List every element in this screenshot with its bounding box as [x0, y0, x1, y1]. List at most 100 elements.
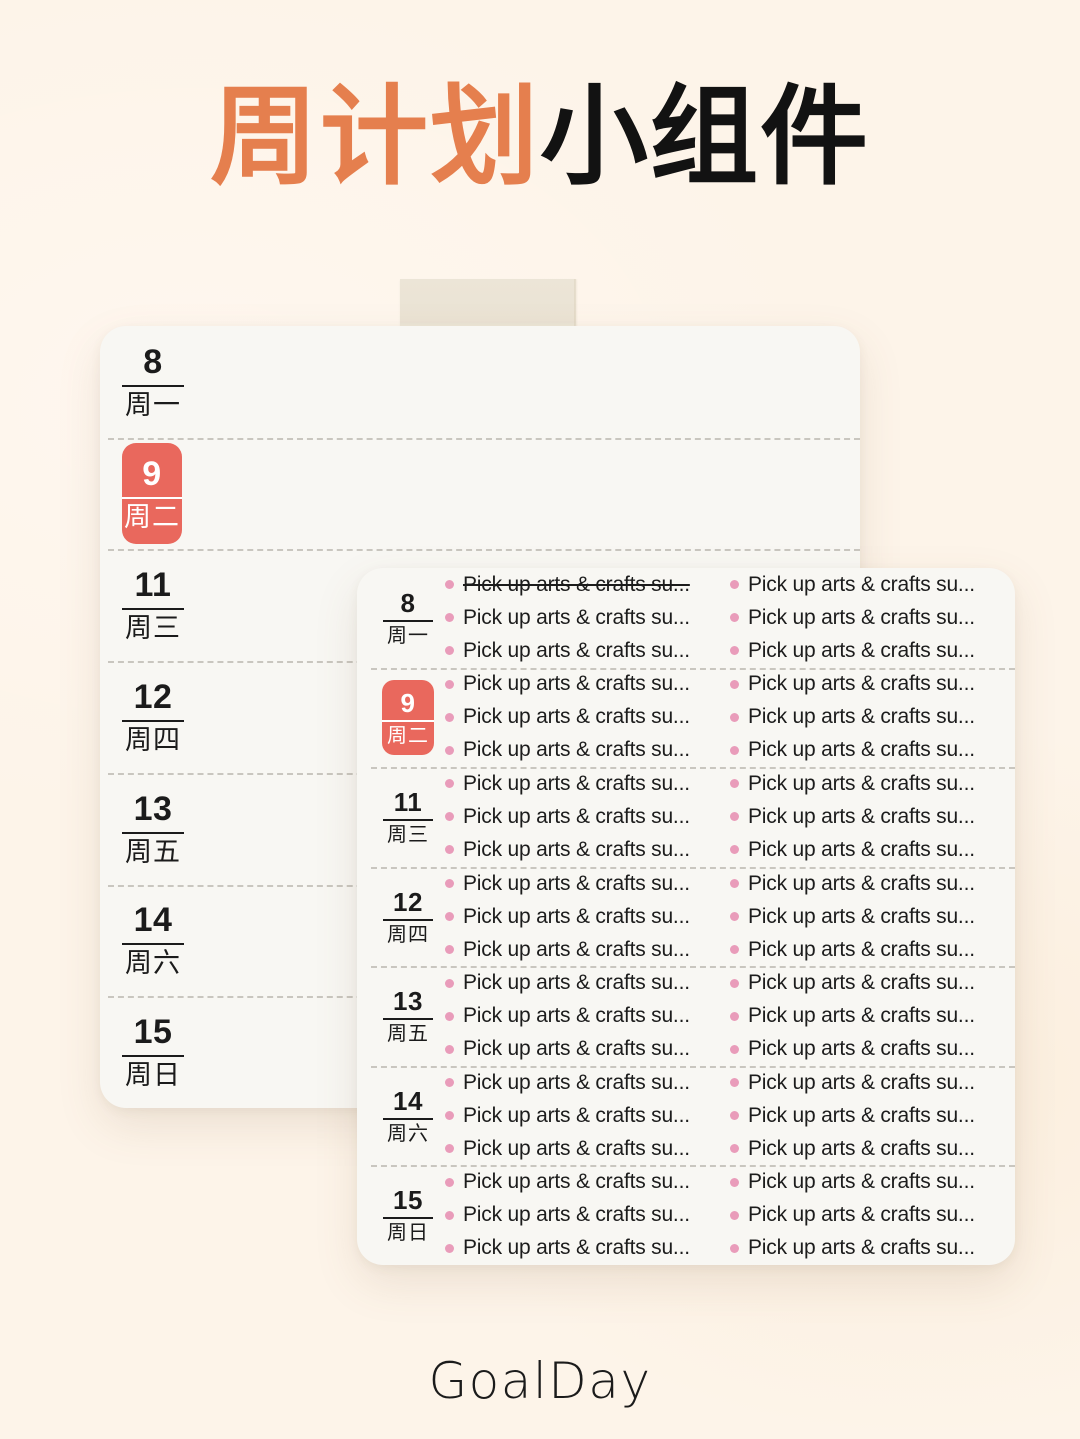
date-stamp[interactable]: 15 周日 [383, 1187, 433, 1243]
planner-day-row[interactable]: 8 周一 [100, 326, 860, 438]
task-item[interactable]: Pick up arts & crafts su... [445, 1170, 722, 1194]
date-stamp-today[interactable]: 9 周二 [382, 679, 434, 755]
date-divider-rule [122, 497, 182, 500]
bullet-dot-icon [445, 879, 454, 889]
weekday-label: 周五 [387, 1023, 429, 1046]
bullet-dot-icon [730, 978, 739, 988]
task-item[interactable]: Pick up arts & crafts su... [730, 672, 1007, 696]
date-stamp[interactable]: 13 周五 [383, 988, 433, 1044]
planner-day-row[interactable]: 9 周二 [100, 437, 860, 550]
task-label: Pick up arts & crafts su... [463, 1070, 690, 1094]
planner-day-row[interactable]: 14 周六 Pick up arts & crafts su... Pick up a… [357, 1065, 1015, 1166]
date-stamp[interactable]: 12 周四 [383, 889, 433, 945]
task-item[interactable]: Pick up arts & crafts su... [445, 772, 722, 796]
task-item[interactable]: Pick up arts & crafts su... [445, 971, 722, 995]
task-item[interactable]: Pick up arts & crafts su... [445, 1004, 722, 1028]
task-item[interactable]: Pick up arts & crafts su... [730, 738, 1007, 762]
bullet-dot-icon [445, 1177, 454, 1187]
task-item[interactable]: Pick up arts & crafts su... [730, 1170, 1007, 1194]
date-divider-rule [383, 818, 433, 821]
bullet-dot-icon [730, 779, 739, 789]
brand-logo: GoalDay [428, 1352, 652, 1410]
task-item[interactable]: Pick up arts & crafts su... [730, 1037, 1007, 1061]
task-item[interactable]: Pick up arts & crafts su... [730, 938, 1007, 962]
bullet-dot-icon [445, 1011, 454, 1021]
task-label: Pick up arts & crafts su... [463, 1103, 690, 1127]
task-item[interactable]: Pick up arts & crafts su... [730, 805, 1007, 829]
task-item[interactable]: Pick up arts & crafts su... [445, 872, 722, 896]
task-item[interactable]: Pick up arts & crafts su... [445, 738, 722, 762]
task-item[interactable]: Pick up arts & crafts su... [445, 805, 722, 829]
task-columns: Pick up arts & crafts su... Pick up arts … [445, 767, 1015, 867]
date-stamp[interactable]: 13 周五 [122, 792, 184, 866]
task-item[interactable]: Pick up arts & crafts su... [445, 1137, 722, 1161]
task-item[interactable]: Pick up arts & crafts su... [445, 606, 722, 630]
planner-day-row[interactable]: 11 周三 Pick up arts & crafts su... Pick up a… [357, 767, 1015, 867]
bullet-dot-icon [445, 745, 454, 755]
date-number: 9 [142, 455, 162, 494]
task-item[interactable]: Pick up arts & crafts su... [730, 838, 1007, 862]
weekday-label: 周四 [387, 923, 429, 946]
task-item[interactable]: Pick up arts & crafts su... [730, 705, 1007, 729]
task-label: Pick up arts & crafts su... [463, 572, 690, 596]
planner-day-row[interactable]: 12 周四 Pick up arts & crafts su... Pick up a… [357, 866, 1015, 967]
task-item[interactable]: Pick up arts & crafts su... [445, 705, 722, 729]
task-label: Pick up arts & crafts su... [463, 871, 690, 895]
task-column-left: Pick up arts & crafts su... Pick up arts … [445, 971, 730, 1061]
task-item[interactable]: Pick up arts & crafts su... [730, 606, 1007, 630]
task-item[interactable]: Pick up arts & crafts su... [445, 1236, 722, 1260]
date-number: 13 [133, 789, 173, 828]
bullet-dot-icon [730, 712, 739, 722]
task-item[interactable]: Pick up arts & crafts su... [730, 1004, 1007, 1028]
task-item[interactable]: Pick up arts & crafts su... [445, 905, 722, 929]
task-item[interactable]: Pick up arts & crafts su... [445, 573, 722, 597]
bullet-dot-icon [730, 945, 739, 955]
task-item[interactable]: Pick up arts & crafts su... [445, 938, 722, 962]
planner-day-row[interactable]: 8 周一 Pick up arts & crafts su... Pick up ar… [357, 568, 1015, 668]
bullet-dot-icon [445, 912, 454, 922]
task-item[interactable]: Pick up arts & crafts su... [730, 1104, 1007, 1128]
task-item[interactable]: Pick up arts & crafts su... [730, 1137, 1007, 1161]
weekday-label: 周日 [125, 1060, 181, 1091]
planner-day-row[interactable]: 13 周五 Pick up arts & crafts su... Pick up a… [357, 966, 1015, 1066]
bullet-dot-icon [445, 779, 454, 789]
task-item[interactable]: Pick up arts & crafts su... [730, 573, 1007, 597]
date-stamp[interactable]: 15 周日 [122, 1015, 184, 1089]
weekday-label: 周二 [387, 724, 429, 747]
task-item[interactable]: Pick up arts & crafts su... [445, 838, 722, 862]
task-item[interactable]: Pick up arts & crafts su... [445, 1071, 722, 1095]
task-column-right: Pick up arts & crafts su... Pick up arts … [730, 573, 1015, 663]
date-stamp-today[interactable]: 9 周二 [122, 443, 182, 545]
task-item[interactable]: Pick up arts & crafts su... [445, 1037, 722, 1061]
task-item[interactable]: Pick up arts & crafts su... [730, 905, 1007, 929]
date-stamp[interactable]: 14 周六 [122, 903, 184, 977]
date-stamp[interactable]: 11 周三 [122, 568, 184, 642]
task-item[interactable]: Pick up arts & crafts su... [730, 1203, 1007, 1227]
task-column-left: Pick up arts & crafts su... Pick up arts … [445, 573, 730, 663]
task-item[interactable]: Pick up arts & crafts su... [445, 1104, 722, 1128]
task-label: Pick up arts & crafts su... [748, 638, 975, 662]
task-item[interactable]: Pick up arts & crafts su... [445, 1203, 722, 1227]
date-stamp[interactable]: 14 周六 [383, 1088, 433, 1144]
weekday-label: 周三 [125, 613, 181, 644]
task-item[interactable]: Pick up arts & crafts su... [730, 872, 1007, 896]
bullet-dot-icon [445, 1078, 454, 1088]
date-stamp[interactable]: 11 周三 [383, 789, 433, 845]
task-column-left: Pick up arts & crafts su... Pick up arts … [445, 1071, 730, 1161]
task-item[interactable]: Pick up arts & crafts su... [730, 639, 1007, 663]
date-stamp[interactable]: 8 周一 [122, 345, 184, 419]
weekday-label: 周三 [387, 823, 429, 846]
task-column-right: Pick up arts & crafts su... Pick up arts … [730, 672, 1015, 762]
date-stamp[interactable]: 8 周一 [383, 590, 433, 646]
task-item[interactable]: Pick up arts & crafts su... [730, 1236, 1007, 1260]
task-item[interactable]: Pick up arts & crafts su... [730, 1071, 1007, 1095]
task-item[interactable]: Pick up arts & crafts su... [730, 971, 1007, 995]
date-stamp[interactable]: 12 周四 [122, 680, 184, 754]
task-item[interactable]: Pick up arts & crafts su... [445, 639, 722, 663]
task-item[interactable]: Pick up arts & crafts su... [730, 772, 1007, 796]
weekly-planner-front-card[interactable]: 8 周一 Pick up arts & crafts su... Pick up ar… [357, 568, 1015, 1265]
planner-day-row[interactable]: 9 周二 Pick up arts & crafts su... Pick up ar… [357, 667, 1015, 768]
task-item[interactable]: Pick up arts & crafts su... [445, 672, 722, 696]
planner-day-row[interactable]: 15 周日 Pick up arts & crafts su... Pick up a… [357, 1165, 1015, 1265]
task-label: Pick up arts & crafts su... [748, 738, 975, 762]
